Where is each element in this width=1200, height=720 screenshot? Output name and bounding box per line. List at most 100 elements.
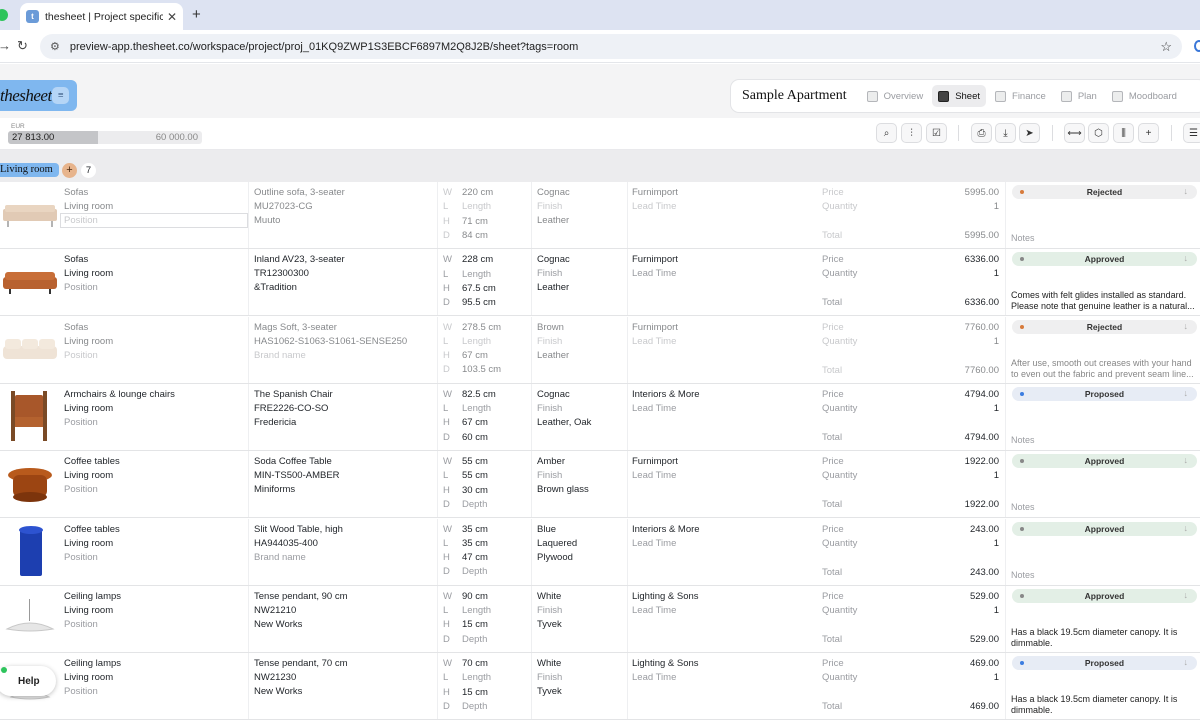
dimension-label[interactable]: W bbox=[443, 590, 453, 604]
price-label[interactable]: Price bbox=[822, 186, 882, 200]
finish-cell[interactable]: Finish bbox=[537, 671, 625, 685]
material-cell[interactable]: Plywood bbox=[537, 551, 625, 565]
filter-sliders-icon[interactable]: ⫶ bbox=[901, 123, 922, 143]
color-cell[interactable]: Amber bbox=[537, 455, 625, 469]
product-thumbnail[interactable] bbox=[0, 522, 60, 583]
table-view-icon[interactable]: ☰ bbox=[1183, 123, 1200, 143]
add-item-icon[interactable]: + bbox=[1138, 123, 1159, 143]
dimension-l-cell[interactable]: Length bbox=[462, 200, 527, 214]
brand-cell[interactable]: Miniforms bbox=[254, 483, 434, 497]
status-badge[interactable]: Approved ↓ bbox=[1012, 521, 1197, 536]
forward-icon[interactable]: → bbox=[0, 38, 11, 53]
quantity-label[interactable]: Quantity bbox=[822, 267, 882, 281]
table-row[interactable]: Sofas Living room Position Mags Soft, 3-sea… bbox=[0, 316, 1200, 384]
dimension-l-cell[interactable]: 35 cm bbox=[462, 537, 527, 551]
dimension-w-cell[interactable]: 228 cm bbox=[462, 253, 527, 267]
total-cell[interactable]: 529.00 bbox=[900, 633, 999, 647]
total-label[interactable]: Total bbox=[822, 229, 882, 243]
total-label[interactable]: Total bbox=[822, 633, 882, 647]
finish-cell[interactable]: Finish bbox=[537, 267, 625, 281]
finish-cell[interactable]: Finish bbox=[537, 335, 625, 349]
supplier-cell[interactable]: Interiors & More bbox=[632, 523, 812, 537]
status-badge[interactable]: Proposed ↓ bbox=[1012, 656, 1197, 671]
product-name-cell[interactable]: The Spanish Chair bbox=[254, 388, 434, 402]
category-cell[interactable]: Coffee tables bbox=[64, 455, 244, 469]
product-code-cell[interactable]: MIN-TS500-AMBER bbox=[254, 469, 434, 483]
table-row[interactable]: Sofas Living room Position Outline sofa, 3-… bbox=[0, 182, 1200, 249]
quantity-cell[interactable]: 1 bbox=[900, 402, 999, 416]
color-cell[interactable]: Blue bbox=[537, 523, 625, 537]
nav-finance[interactable]: Finance bbox=[989, 85, 1052, 107]
product-code-cell[interactable]: HA944035-400 bbox=[254, 537, 434, 551]
product-name-cell[interactable]: Slit Wood Table, high bbox=[254, 523, 434, 537]
product-name-cell[interactable]: Inland AV23, 3-seater bbox=[254, 253, 434, 267]
price-label[interactable]: Price bbox=[822, 657, 882, 671]
status-badge[interactable]: Approved ↓ bbox=[1012, 588, 1197, 603]
help-button[interactable]: Help bbox=[0, 666, 56, 696]
lead-time-cell[interactable]: Lead Time bbox=[632, 335, 812, 349]
supplier-cell[interactable]: Furnimport bbox=[632, 186, 812, 200]
supplier-cell[interactable]: Furnimport bbox=[632, 321, 812, 335]
quantity-label[interactable]: Quantity bbox=[822, 335, 882, 349]
dimension-label[interactable]: L bbox=[443, 469, 453, 483]
position-cell[interactable]: Position bbox=[64, 214, 244, 228]
room-cell[interactable]: Living room bbox=[64, 671, 244, 685]
category-cell[interactable]: Armchairs & lounge chairs bbox=[64, 388, 244, 402]
dimension-label[interactable]: L bbox=[443, 604, 453, 618]
reload-icon[interactable]: ↻ bbox=[17, 38, 28, 54]
product-thumbnail[interactable] bbox=[0, 185, 60, 246]
notes-field[interactable]: Notes bbox=[1011, 502, 1197, 514]
add-to-group-button[interactable]: + bbox=[62, 163, 77, 178]
dimension-w-cell[interactable]: 82.5 cm bbox=[462, 388, 527, 402]
price-cell[interactable]: 5995.00 bbox=[900, 186, 999, 200]
price-cell[interactable]: 4794.00 bbox=[900, 388, 999, 402]
dimension-h-cell[interactable]: 15 cm bbox=[462, 686, 527, 700]
total-label[interactable]: Total bbox=[822, 498, 882, 512]
dimension-label[interactable]: D bbox=[443, 431, 453, 445]
status-badge[interactable]: Proposed ↓ bbox=[1012, 386, 1197, 401]
dimension-l-cell[interactable]: 55 cm bbox=[462, 469, 527, 483]
product-thumbnail[interactable] bbox=[0, 252, 60, 313]
product-name-cell[interactable]: Tense pendant, 70 cm bbox=[254, 657, 434, 671]
dimension-label[interactable]: L bbox=[443, 537, 453, 551]
position-cell[interactable]: Position bbox=[64, 551, 244, 565]
dimension-h-cell[interactable]: 15 cm bbox=[462, 618, 527, 632]
dimension-label[interactable]: H bbox=[443, 215, 453, 229]
logo[interactable]: thesheet ≡ bbox=[0, 80, 77, 111]
product-name-cell[interactable]: Mags Soft, 3-seater bbox=[254, 321, 434, 335]
dimension-label[interactable]: L bbox=[443, 671, 453, 685]
product-code-cell[interactable]: HAS1062-S1063-S1061-SENSE250 bbox=[254, 335, 434, 349]
total-label[interactable]: Total bbox=[822, 700, 882, 714]
product-thumbnail[interactable] bbox=[0, 589, 60, 650]
quantity-label[interactable]: Quantity bbox=[822, 537, 882, 551]
supplier-cell[interactable]: Interiors & More bbox=[632, 388, 812, 402]
table-row[interactable]: Armchairs & lounge chairs Living room Posi… bbox=[0, 383, 1200, 451]
quantity-cell[interactable]: 1 bbox=[900, 604, 999, 618]
room-cell[interactable]: Living room bbox=[64, 402, 244, 416]
position-cell[interactable]: Position bbox=[64, 618, 244, 632]
export-pdf-icon[interactable]: ⎙ bbox=[971, 123, 992, 143]
dimension-label[interactable]: L bbox=[443, 200, 453, 214]
window-control-icon[interactable] bbox=[0, 9, 8, 21]
dimension-w-cell[interactable]: 220 cm bbox=[462, 186, 527, 200]
supplier-cell[interactable]: Furnimport bbox=[632, 253, 812, 267]
product-code-cell[interactable]: TR12300300 bbox=[254, 267, 434, 281]
lead-time-cell[interactable]: Lead Time bbox=[632, 604, 812, 618]
dimension-label[interactable]: W bbox=[443, 523, 453, 537]
color-cell[interactable]: Cognac bbox=[537, 253, 625, 267]
dimension-label[interactable]: H bbox=[443, 686, 453, 700]
menu-icon[interactable]: ≡ bbox=[52, 87, 69, 104]
brand-cell[interactable]: New Works bbox=[254, 685, 434, 699]
dimension-label[interactable]: D bbox=[443, 498, 453, 512]
material-cell[interactable]: Tyvek bbox=[537, 618, 625, 632]
dimension-label[interactable]: L bbox=[443, 402, 453, 416]
status-badge[interactable]: Approved ↓ bbox=[1012, 454, 1197, 469]
dimension-label[interactable]: L bbox=[443, 335, 453, 349]
price-label[interactable]: Price bbox=[822, 455, 882, 469]
notes-field[interactable]: Notes bbox=[1011, 570, 1197, 582]
box-3d-icon[interactable]: ⬡ bbox=[1088, 123, 1109, 143]
product-thumbnail[interactable] bbox=[0, 454, 60, 515]
table-row[interactable]: Ceiling lamps Living room Position Tense pe… bbox=[0, 585, 1200, 653]
dimension-w-cell[interactable]: 90 cm bbox=[462, 590, 527, 604]
room-cell[interactable]: Living room bbox=[64, 335, 244, 349]
